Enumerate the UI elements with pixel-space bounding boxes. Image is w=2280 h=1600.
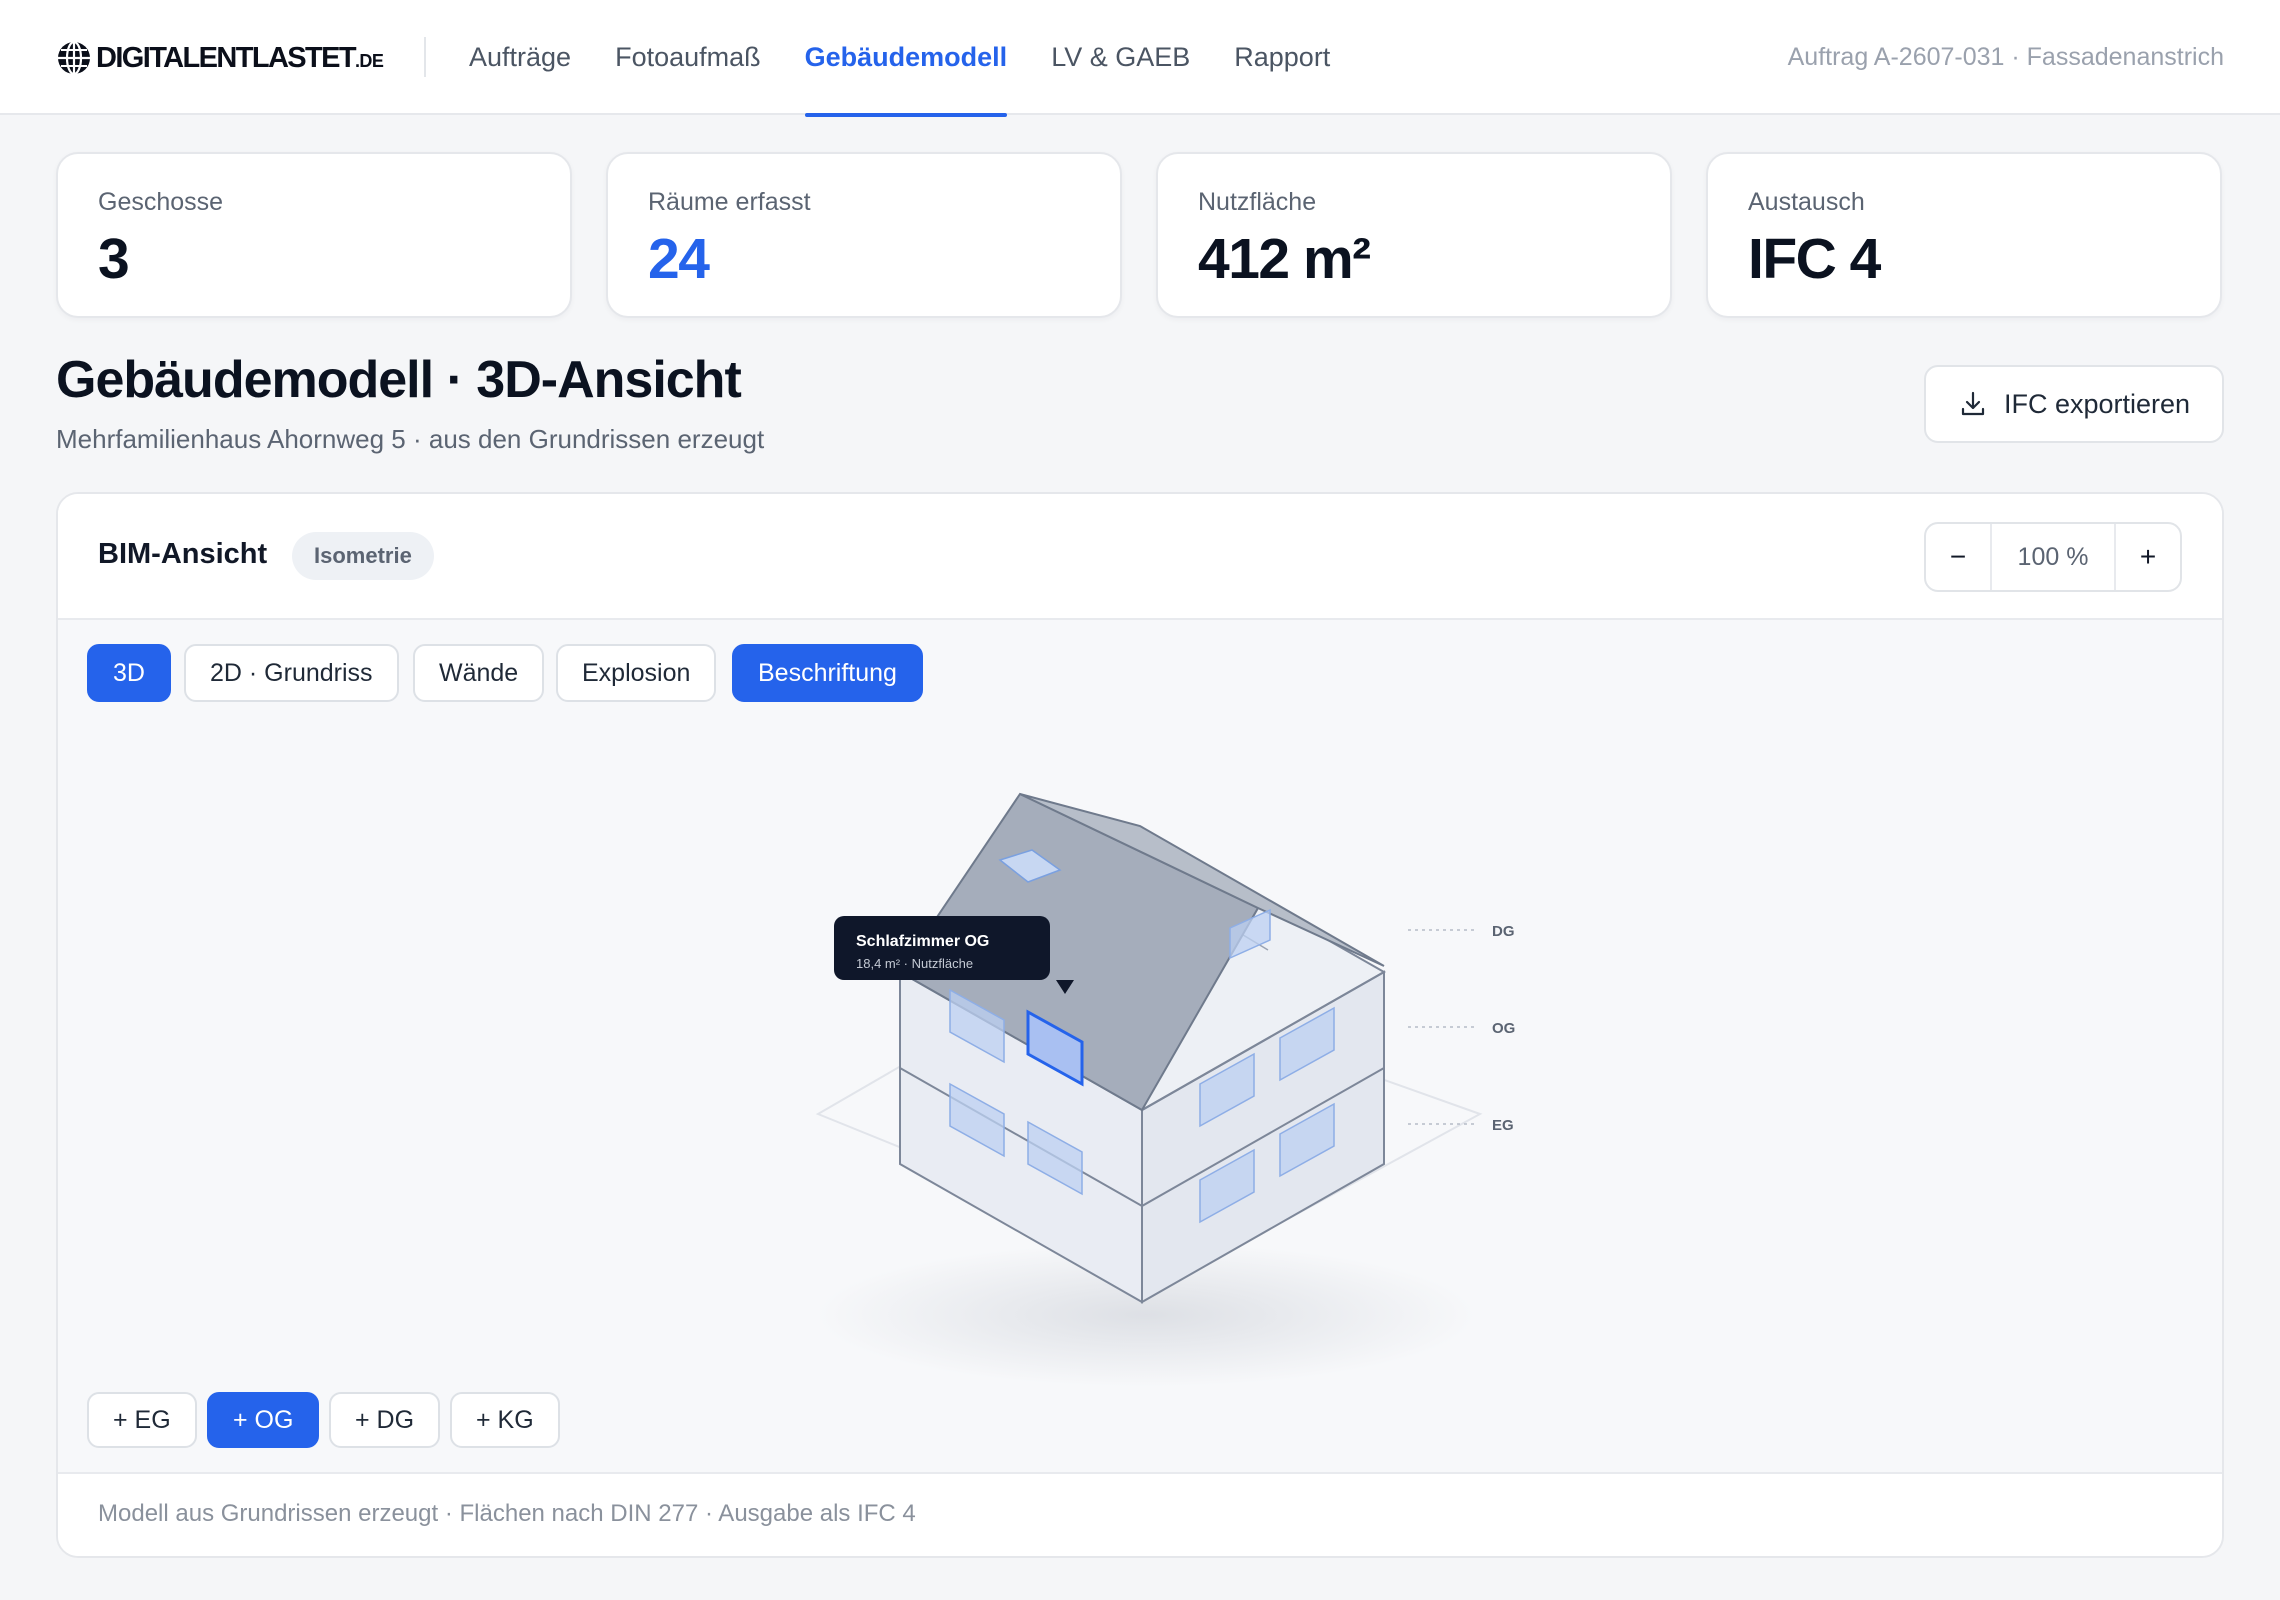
tool-3d-button[interactable]: 3D <box>87 644 171 702</box>
nav-item-auftraege[interactable]: Aufträge <box>469 0 571 115</box>
floor-og-button[interactable]: + OG <box>207 1392 320 1448</box>
tooltip-title: Schlafzimmer OG <box>856 933 989 950</box>
page-title: Gebäudemodell · 3D-Ansicht <box>56 351 742 409</box>
export-label: IFC exportieren <box>2003 388 2191 419</box>
zoom-control: − 100 % + <box>1924 522 2182 592</box>
zoom-level: 100 % <box>1990 524 2116 590</box>
floor-eg-button[interactable]: + EG <box>87 1392 197 1448</box>
viewer-title: BIM-Ansicht <box>98 538 268 570</box>
viewer-header: BIM-Ansicht Isometrie − 100 % + <box>58 494 2222 620</box>
stat-label: Nutzfläche <box>1198 188 1317 216</box>
tooltip-detail: 18,4 m² · Nutzfläche <box>856 956 973 971</box>
download-icon <box>1961 391 1985 416</box>
header-divider <box>424 37 426 77</box>
nav-item-rapport[interactable]: Rapport <box>1234 0 1330 115</box>
footer-note: Modell aus Grundrissen erzeugt · Flächen… <box>98 1500 916 1527</box>
bim-viewer-panel: BIM-Ansicht Isometrie − 100 % + DG OG EG… <box>56 492 2224 1558</box>
page-subtitle: Mehrfamilienhaus Ahornweg 5 · aus den Gr… <box>56 424 765 454</box>
level-label-eg: EG <box>1492 1117 1514 1134</box>
job-reference: Auftrag A-2607-031 · Fassadenanstrich <box>1787 43 2224 71</box>
view-mode-badge: Isometrie <box>292 532 434 580</box>
stat-value: 3 <box>98 227 130 291</box>
ifc-export-button[interactable]: IFC exportieren <box>1924 365 2224 443</box>
brand-logo[interactable]: DIGITALENTLASTET.DE <box>56 38 384 78</box>
tool-waende-button[interactable]: Wände <box>413 644 545 702</box>
floor-dg-button[interactable]: + DG <box>329 1392 441 1448</box>
stat-card-austausch: Austausch IFC 4 <box>1706 152 2222 318</box>
nav-item-lv-gaeb[interactable]: LV & GAEB <box>1051 0 1190 115</box>
stat-label: Austausch <box>1748 188 1865 216</box>
stat-value: 412 m² <box>1198 227 1371 291</box>
stat-card-nutzflaeche: Nutzfläche 412 m² <box>1156 152 1672 318</box>
tool-2d-grundriss-button[interactable]: 2D · Grundriss <box>184 644 399 702</box>
level-label-dg: DG <box>1492 923 1515 940</box>
stat-card-raeume: Räume erfasst 24 <box>606 152 1122 318</box>
zoom-out-button[interactable]: − <box>1926 524 1990 590</box>
tool-beschriftung-button[interactable]: Beschriftung <box>732 644 923 702</box>
model-viewport[interactable]: DG OG EG Schlafzimmer OG 18,4 m² · Nutzf… <box>58 620 2222 1472</box>
stat-value: IFC 4 <box>1748 227 1881 291</box>
level-label-og: OG <box>1492 1020 1515 1037</box>
stat-label: Räume erfasst <box>648 188 811 216</box>
tool-explosion-button[interactable]: Explosion <box>556 644 717 702</box>
nav-item-gebaeudemodell[interactable]: Gebäudemodell <box>804 0 1007 117</box>
globe-icon <box>58 40 90 76</box>
top-header: DIGITALENTLASTET.DE Aufträge Fotoaufmaß … <box>0 0 2280 117</box>
zoom-in-button[interactable]: + <box>2116 524 2180 590</box>
floor-kg-button[interactable]: + KG <box>450 1392 560 1448</box>
stat-label: Geschosse <box>98 188 224 216</box>
brand-name: DIGITALENTLASTET.DE <box>96 41 384 74</box>
building-model[interactable]: DG OG EG Schlafzimmer OG 18,4 m² · Nutzf… <box>58 620 2224 1472</box>
nav-item-fotoaufmass[interactable]: Fotoaufmaß <box>615 0 761 115</box>
stat-value: 24 <box>648 227 710 291</box>
main-nav: Aufträge Fotoaufmaß Gebäudemodell LV & G… <box>469 0 1374 117</box>
viewer-footer: Modell aus Grundrissen erzeugt · Flächen… <box>58 1472 2222 1556</box>
stat-card-geschosse: Geschosse 3 <box>56 152 572 318</box>
